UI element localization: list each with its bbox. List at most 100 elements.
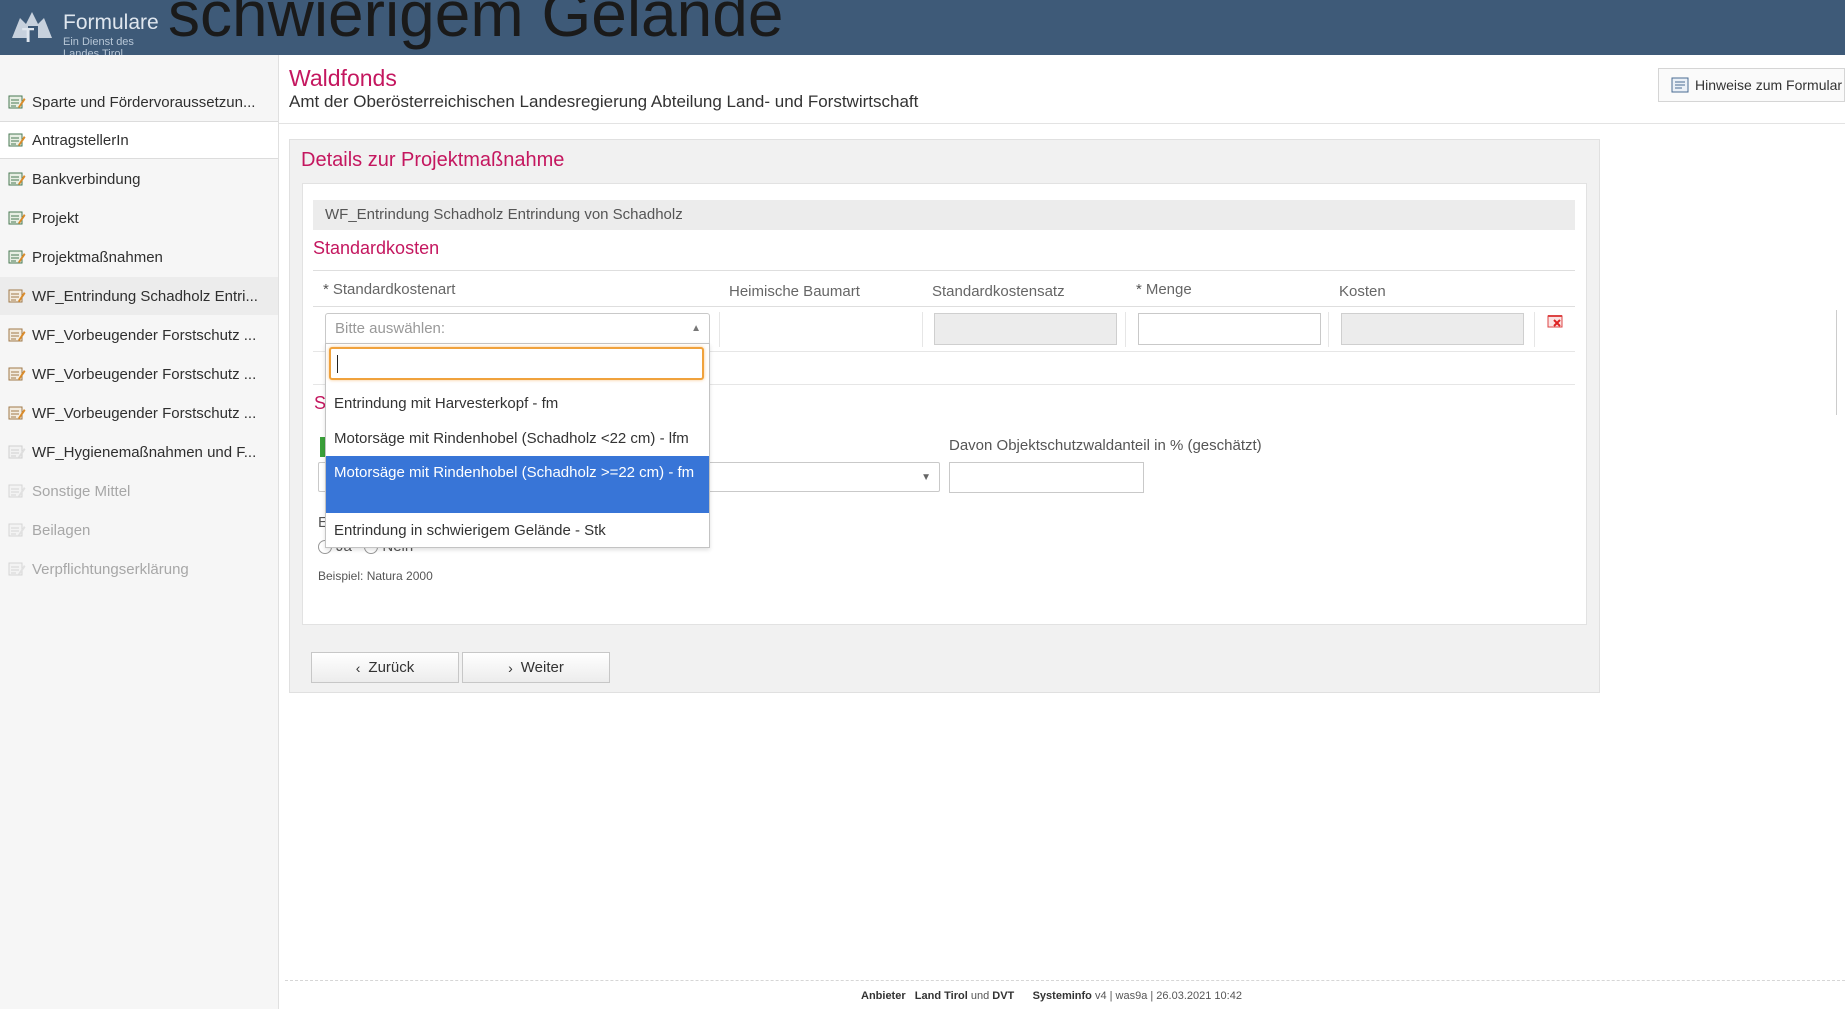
delete-row-icon[interactable] — [1546, 313, 1566, 331]
panel-title: Details zur Projektmaßnahme — [301, 149, 565, 171]
form-edit-icon — [8, 366, 26, 382]
hinweise-label: Hinweise zum Formular — [1695, 77, 1843, 93]
sidebar-item-label: Verpflichtungserklärung — [32, 560, 189, 578]
sidebar-item-wf-hygiene[interactable]: WF_Hygienemaßnahmen und F... — [0, 433, 278, 471]
form-edit-icon — [8, 405, 26, 421]
footer-systeminfo-label[interactable]: Systeminfo — [1033, 990, 1092, 1002]
sidebar-item-beilagen[interactable]: Beilagen — [0, 511, 278, 549]
standardkostensatz-field — [934, 313, 1117, 345]
overlay-caption: schwierigem Gelände — [168, 0, 784, 50]
form-edit-icon — [8, 171, 26, 187]
chevron-down-icon: ▼ — [921, 472, 931, 483]
tirol-eagle-icon: T — [8, 8, 60, 48]
col-heimische-baumart: Heimische Baumart — [729, 283, 860, 300]
form-edit-icon — [8, 288, 26, 304]
standardkostenart-select[interactable]: Bitte auswählen: ▲ — [325, 313, 710, 345]
footer-anbieter-label: Anbieter — [861, 990, 906, 1002]
footer-link-dvt[interactable]: DVT — [992, 990, 1014, 1002]
page-title: Waldfonds — [289, 65, 397, 91]
col-standardkostensatz: Standardkostensatz — [932, 283, 1065, 300]
sidebar-item-label: Projektmaßnahmen — [32, 248, 163, 266]
form-edit-icon — [8, 249, 26, 265]
form-edit-icon — [8, 483, 26, 499]
logo-title: Formulare — [63, 11, 159, 34]
sidebar-item-label: WF_Vorbeugender Forstschutz ... — [32, 404, 257, 422]
standardkostenart-dropdown: Entrindung mit Harvesterkopf - fm Motors… — [325, 343, 710, 548]
chevron-up-icon: ▲ — [691, 323, 701, 334]
sidebar-item-label: WF_Entrindung Schadholz Entri... — [32, 287, 258, 305]
form-edit-icon — [8, 327, 26, 343]
footer-systeminfo-value: v4 | was9a | 26.03.2021 10:42 — [1094, 990, 1242, 1002]
sidebar-item-wf-entrindung[interactable]: WF_Entrindung Schadholz Entri... — [0, 277, 278, 315]
cell-divider — [1328, 312, 1329, 347]
next-label: Weiter — [520, 659, 564, 676]
sidebar-item-label: AntragstellerIn — [32, 131, 129, 149]
sidebar-item-label: Beilagen — [32, 521, 91, 539]
sidebar-item-verpflichtungserklaerung[interactable]: Verpflichtungserklärung — [0, 550, 278, 588]
formulare-logo[interactable]: T Formulare Ein Dienst des Landes Tirol — [8, 6, 159, 60]
dropdown-search-input[interactable] — [329, 347, 704, 380]
sidebar-item-projekt[interactable]: Projekt — [0, 199, 278, 237]
form-edit-icon — [8, 94, 26, 110]
cell-divider — [719, 312, 720, 347]
svg-text:T: T — [22, 25, 34, 47]
chevron-left-icon: ‹ — [355, 659, 361, 676]
form-edit-icon — [8, 444, 26, 460]
measure-name: WF_Entrindung Schadholz Entrindung von S… — [313, 200, 1575, 230]
dropdown-option[interactable]: Motorsäge mit Rindenhobel (Schadholz <22… — [326, 424, 709, 454]
form-edit-icon — [8, 132, 26, 148]
page-subtitle: Amt der Oberösterreichischen Landesregie… — [289, 92, 919, 111]
footer: Anbieter Land Tirol und DVT Systeminfo v… — [861, 990, 1242, 1002]
footer-divider — [285, 980, 1845, 981]
sidebar-item-label: WF_Hygienemaßnahmen und F... — [32, 443, 257, 461]
required-marker: * — [1136, 281, 1142, 298]
sidebar-item-label: WF_Vorbeugender Forstschutz ... — [32, 326, 257, 344]
footer-und: und — [970, 990, 990, 1002]
sidebar-item-wf-vorbeugender-2[interactable]: WF_Vorbeugender Forstschutz ... — [0, 355, 278, 393]
cell-divider — [922, 312, 923, 347]
col-standardkostenart: * Standardkostenart — [323, 281, 456, 298]
kosten-field — [1341, 313, 1524, 345]
required-marker: * — [323, 281, 329, 298]
dropdown-option-highlighted[interactable]: Motorsäge mit Rindenhobel (Schadholz >=2… — [326, 456, 709, 513]
objektschutz-input[interactable] — [949, 462, 1144, 493]
dropdown-option[interactable]: Entrindung in schwierigem Gelände - Stk — [326, 516, 709, 546]
chevron-right-icon: › — [508, 659, 513, 676]
form-edit-icon — [8, 522, 26, 538]
side-tab-edge[interactable] — [1836, 310, 1845, 415]
hint-text: Beispiel: Natura 2000 — [318, 569, 433, 583]
sidebar-item-wf-vorbeugender-1[interactable]: WF_Vorbeugender Forstschutz ... — [0, 316, 278, 354]
back-button[interactable]: ‹ Zurück — [311, 652, 459, 683]
col-menge: * Menge — [1136, 281, 1192, 298]
sidebar-item-label: Sonstige Mittel — [32, 482, 131, 500]
objektschutz-label: Davon Objektschutzwaldanteil in % (gesch… — [949, 437, 1262, 454]
sidebar-item-label: Bankverbindung — [32, 170, 141, 188]
form-edit-icon — [8, 561, 26, 577]
top-header: T Formulare Ein Dienst des Landes Tirol … — [0, 0, 1845, 60]
sidebar-item-label: Projekt — [32, 209, 79, 227]
sidebar-item-sparte[interactable]: Sparte und Fördervoraussetzun... — [0, 83, 278, 121]
header-divider — [278, 123, 1845, 124]
sidebar-item-label: WF_Vorbeugender Forstschutz ... — [32, 365, 257, 383]
sidebar-item-projektmassnahmen[interactable]: Projektmaßnahmen — [0, 238, 278, 276]
hinweise-button[interactable]: Hinweise zum Formular — [1658, 68, 1845, 102]
dropdown-option[interactable]: Entrindung mit Harvesterkopf - fm — [326, 389, 709, 419]
back-label: Zurück — [368, 659, 415, 676]
sidebar-item-wf-vorbeugender-3[interactable]: WF_Vorbeugender Forstschutz ... — [0, 394, 278, 432]
section-title-standardkosten: Standardkosten — [313, 238, 440, 258]
cell-divider — [1534, 312, 1535, 347]
col-kosten: Kosten — [1339, 283, 1386, 300]
sidebar-item-bankverbindung[interactable]: Bankverbindung — [0, 160, 278, 198]
sidebar-item-antragstellerin[interactable]: AntragstellerIn — [0, 121, 278, 159]
menge-input[interactable] — [1138, 313, 1321, 345]
select-placeholder: Bitte auswählen: — [335, 320, 446, 337]
form-edit-icon — [8, 210, 26, 226]
sidebar-item-sonstige-mittel[interactable]: Sonstige Mittel — [0, 472, 278, 510]
table-header: * Standardkostenart Heimische Baumart Sta… — [313, 270, 1575, 307]
sidebar-item-label: Sparte und Fördervoraussetzun... — [32, 93, 256, 111]
footer-link-land-tirol[interactable]: Land Tirol — [915, 990, 968, 1002]
next-button[interactable]: › Weiter — [462, 652, 610, 683]
info-document-icon — [1671, 77, 1689, 93]
cell-divider — [1125, 312, 1126, 347]
text-caret — [337, 355, 338, 373]
